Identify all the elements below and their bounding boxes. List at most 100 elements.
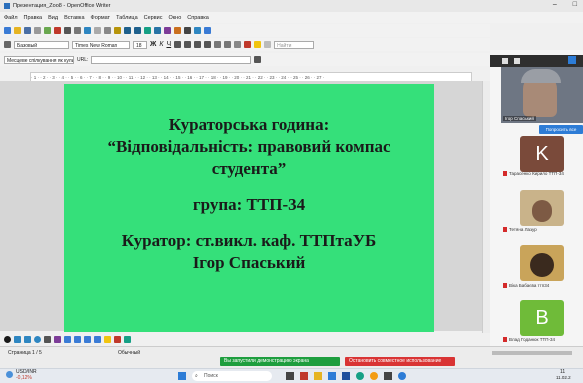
participant-label: Влад Годанюк ТТП-34: [509, 337, 555, 342]
help-icon[interactable]: [204, 27, 211, 34]
shapes-icon[interactable]: [64, 336, 71, 343]
expand-icon[interactable]: [568, 56, 576, 64]
slide-line-1: Кураторська година:: [168, 115, 330, 134]
taskbar-search-input[interactable]: Поиск: [192, 371, 272, 381]
participant-avatar-2[interactable]: [520, 190, 564, 226]
formatting-toolbar: Базовый Times New Roman 18 Ж К Ч Найти: [0, 38, 490, 51]
nonprinting-chars-icon[interactable]: [184, 27, 191, 34]
menu-tools[interactable]: Сервис: [144, 15, 163, 21]
redo-icon[interactable]: [134, 27, 141, 34]
callouts-icon[interactable]: [94, 336, 101, 343]
copy-icon[interactable]: [104, 27, 111, 34]
email-icon[interactable]: [34, 27, 41, 34]
app-icon-1[interactable]: [300, 372, 308, 380]
chrome-icon[interactable]: [370, 372, 378, 380]
openoffice-icon[interactable]: [384, 372, 392, 380]
align-right-icon[interactable]: [194, 41, 202, 48]
clock-date: 11.02.2: [556, 375, 571, 380]
edit-icon[interactable]: [44, 27, 51, 34]
stop-sharing-button[interactable]: Остановить совместное использование: [345, 357, 455, 366]
font-size-select[interactable]: 18: [133, 40, 147, 49]
save-icon[interactable]: [24, 27, 31, 34]
align-left-icon[interactable]: [174, 41, 182, 48]
italic-icon[interactable]: К: [159, 41, 163, 48]
minimize-button[interactable]: –: [553, 1, 557, 8]
spellcheck-icon[interactable]: [84, 27, 91, 34]
store-icon[interactable]: [328, 372, 336, 380]
explorer-icon[interactable]: [314, 372, 322, 380]
line-icon[interactable]: [14, 336, 21, 343]
location-field[interactable]: Месцеве спілкування як культу: [4, 55, 74, 64]
font-color-icon[interactable]: [244, 41, 252, 48]
arrows-icon[interactable]: [74, 336, 81, 343]
grid-icon[interactable]: [514, 58, 520, 64]
standard-toolbar: [0, 24, 490, 37]
taskview-icon[interactable]: [286, 372, 294, 380]
participant-avatar-3[interactable]: [520, 245, 564, 281]
mic-off-icon: [503, 227, 507, 233]
layout-icon[interactable]: [502, 58, 508, 64]
menu-help[interactable]: Справка: [187, 15, 209, 21]
chart-icon[interactable]: [164, 27, 171, 34]
sharing-status-notice: Вы запустили демонстрацию экрана: [220, 357, 340, 366]
menu-insert[interactable]: Вставка: [64, 15, 84, 21]
url-input[interactable]: [91, 55, 252, 64]
indent-icon[interactable]: [234, 41, 242, 48]
hyperlink-icon[interactable]: [144, 27, 151, 34]
menu-table[interactable]: Таблица: [116, 15, 138, 21]
zoom-icon[interactable]: [194, 27, 201, 34]
participant-avatar-1[interactable]: K: [520, 136, 564, 172]
bullets-icon[interactable]: [224, 41, 232, 48]
paste-icon[interactable]: [114, 27, 121, 34]
undo-icon[interactable]: [124, 27, 131, 34]
menu-bar: Файл Правка Вид Вставка Формат Таблица С…: [0, 12, 583, 23]
windows-start-icon[interactable]: [178, 372, 186, 380]
zoom-slider[interactable]: [492, 351, 572, 355]
curve-icon[interactable]: [54, 336, 61, 343]
maximize-button[interactable]: □: [573, 1, 577, 8]
gear-icon[interactable]: [254, 56, 262, 63]
meeting-app-icon[interactable]: [398, 372, 406, 380]
slide-line-4: група: ТТП-34: [192, 195, 306, 214]
numbering-icon[interactable]: [214, 41, 222, 48]
export-pdf-icon[interactable]: [54, 27, 61, 34]
ellipse-icon[interactable]: [34, 336, 41, 343]
menu-format[interactable]: Формат: [91, 15, 111, 21]
menu-edit[interactable]: Правка: [24, 15, 43, 21]
slide-page[interactable]: Кураторська година: “Відповідальність: п…: [64, 84, 434, 332]
paragraph-style-select[interactable]: Базовый: [14, 40, 69, 49]
ask-all-button[interactable]: Попросить все: [539, 125, 583, 134]
participant-avatar-4[interactable]: B: [520, 300, 564, 336]
image-icon[interactable]: [124, 336, 131, 343]
cut-icon[interactable]: [94, 27, 101, 34]
edge-icon[interactable]: [356, 372, 364, 380]
flowchart-icon[interactable]: [84, 336, 91, 343]
table-icon[interactable]: [154, 27, 161, 34]
find-input[interactable]: Найти: [274, 40, 315, 49]
font-name-select[interactable]: Times New Roman: [72, 40, 130, 49]
slide-line-3: студента”: [211, 159, 287, 178]
print-preview-icon[interactable]: [74, 27, 81, 34]
styles-icon[interactable]: [4, 41, 11, 48]
align-center-icon[interactable]: [184, 41, 192, 48]
word-icon[interactable]: [342, 372, 350, 380]
background-color-icon[interactable]: [264, 41, 272, 48]
menu-window[interactable]: Окно: [169, 15, 182, 21]
select-arrow-icon[interactable]: [4, 336, 11, 343]
stars-icon[interactable]: [104, 336, 111, 343]
text-icon[interactable]: [44, 336, 51, 343]
new-document-icon[interactable]: [4, 27, 11, 34]
print-icon[interactable]: [64, 27, 71, 34]
underline-icon[interactable]: Ч: [166, 41, 171, 48]
bold-icon[interactable]: Ж: [150, 41, 156, 48]
menu-file[interactable]: Файл: [4, 15, 18, 21]
open-folder-icon[interactable]: [14, 27, 21, 34]
navigator-icon[interactable]: [174, 27, 181, 34]
fontwork-icon[interactable]: [114, 336, 121, 343]
highlight-icon[interactable]: [254, 41, 262, 48]
menu-view[interactable]: Вид: [48, 15, 58, 21]
justify-icon[interactable]: [204, 41, 212, 48]
rectangle-icon[interactable]: [24, 336, 31, 343]
